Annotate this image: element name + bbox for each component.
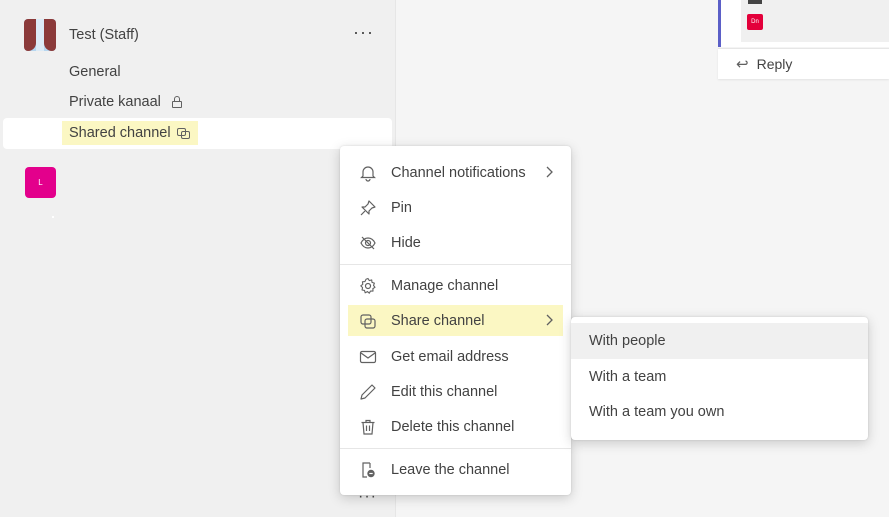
pencil-icon — [358, 382, 378, 402]
channel-label: General — [69, 64, 121, 80]
message-attachment: Dn — [741, 0, 889, 42]
menu-item-label: Manage channel — [391, 277, 499, 294]
reply-arrow-icon: ↩ — [736, 56, 749, 73]
menu-item-pin[interactable]: Pin — [348, 192, 563, 223]
team-avatar-l[interactable]: L — [25, 167, 56, 198]
channel-private[interactable]: Private kanaal — [69, 90, 182, 114]
menu-item-delete-channel[interactable]: Delete this channel — [348, 411, 563, 442]
reply-label: Reply — [756, 56, 793, 72]
channel-shared[interactable]: Shared channel — [62, 121, 198, 145]
menu-item-hide[interactable]: Hide — [348, 227, 563, 258]
attachment-bar — [748, 0, 762, 4]
menu-item-label: Pin — [391, 199, 412, 216]
menu-item-leave-channel[interactable]: Leave the channel — [348, 454, 563, 485]
chevron-right-icon — [544, 313, 554, 331]
menu-item-edit-channel[interactable]: Edit this channel — [348, 376, 563, 407]
team-name: Test (Staff) — [69, 27, 139, 43]
message-card: Dn — [718, 0, 889, 47]
attachment-badge-icon: Dn — [747, 14, 763, 30]
chevron-right-icon — [544, 165, 554, 183]
mail-icon — [358, 347, 378, 367]
sidebar: Test (Staff) ··· General Private kanaal … — [0, 0, 396, 517]
menu-item-label: Share channel — [391, 312, 485, 329]
shared-channel-icon — [176, 128, 190, 139]
channel-context-menu: Channel notifications Pin Hide Manage ch… — [340, 146, 571, 495]
channel-label: Private kanaal — [69, 94, 161, 110]
menu-separator — [340, 264, 571, 265]
more-options-icon[interactable]: ··· — [358, 488, 377, 506]
menu-item-label: Edit this channel — [391, 383, 498, 400]
menu-item-label: Hide — [391, 234, 421, 251]
menu-item-label: Channel notifications — [391, 164, 526, 181]
menu-item-label: Get email address — [391, 348, 509, 365]
lock-icon — [171, 96, 182, 108]
menu-item-label: Leave the channel — [391, 461, 510, 478]
submenu-item-label: With a team you own — [589, 404, 725, 420]
menu-item-get-email-address[interactable]: Get email address — [348, 341, 563, 372]
submenu-item-with-people[interactable]: With people — [571, 323, 868, 359]
channel-label: Shared channel — [69, 125, 171, 141]
submenu-item-label: With a team — [589, 369, 667, 385]
share-channel-submenu: With people With a team With a team you … — [571, 317, 868, 440]
trash-icon — [358, 417, 378, 437]
share-channel-icon — [358, 311, 378, 331]
decorative-dot — [52, 216, 54, 218]
menu-item-manage-channel[interactable]: Manage channel — [348, 270, 563, 301]
submenu-item-with-a-team[interactable]: With a team — [571, 359, 868, 395]
team-avatar — [24, 19, 56, 51]
menu-item-channel-notifications[interactable]: Channel notifications — [348, 157, 563, 188]
submenu-item-with-a-team-you-own[interactable]: With a team you own — [571, 394, 868, 430]
channel-general[interactable]: General — [69, 60, 121, 84]
gear-icon — [358, 276, 378, 296]
bell-icon — [358, 163, 378, 183]
menu-item-label: Delete this channel — [391, 418, 515, 435]
eye-off-icon — [358, 233, 378, 253]
pin-icon — [358, 198, 378, 218]
menu-item-share-channel[interactable]: Share channel — [348, 305, 563, 336]
leave-icon — [358, 460, 378, 480]
menu-separator — [340, 448, 571, 449]
reply-button[interactable]: ↩ Reply — [718, 48, 889, 79]
submenu-item-label: With people — [589, 333, 666, 349]
team-row[interactable]: Test (Staff) ··· — [24, 18, 384, 52]
team-more-options-icon[interactable]: ··· — [353, 22, 374, 43]
